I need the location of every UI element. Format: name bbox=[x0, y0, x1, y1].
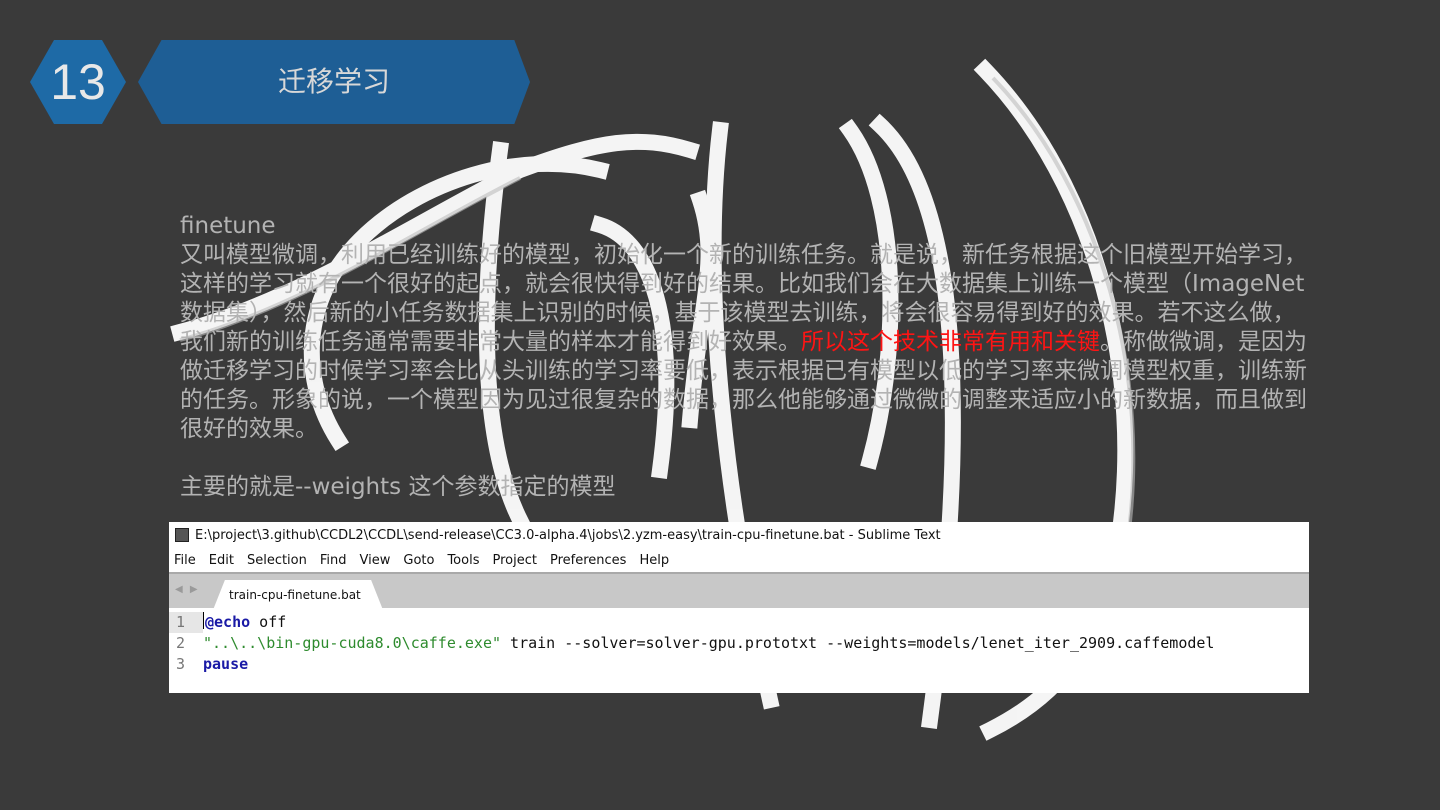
menu-file[interactable]: File bbox=[174, 553, 196, 568]
tab-train-cpu-finetune[interactable]: train-cpu-finetune.bat × bbox=[213, 580, 383, 610]
window-title: E:\project\3.github\CCDL2\CCDL\send-rele… bbox=[195, 527, 941, 543]
code-string: "..\..\bin-gpu-cuda8.0\caffe.exe" bbox=[203, 634, 502, 652]
code-text: train --solver=solver-gpu.prototxt --wei… bbox=[501, 634, 1215, 652]
line-number: 1 bbox=[169, 612, 203, 633]
text-caret bbox=[203, 612, 204, 629]
sublime-app-icon bbox=[175, 528, 189, 542]
code-line: 3 pause bbox=[169, 654, 1309, 675]
window-titlebar[interactable]: E:\project\3.github\CCDL2\CCDL\send-rele… bbox=[169, 522, 1309, 548]
tab-nav-arrows-icon[interactable]: ◀ ▶ bbox=[175, 584, 200, 595]
tab-label: train-cpu-finetune.bat bbox=[229, 588, 361, 602]
tab-bar: ◀ ▶ train-cpu-finetune.bat × bbox=[169, 572, 1309, 610]
code-area[interactable]: 1 @echo off 2 "..\..\bin-gpu-cuda8.0\caf… bbox=[169, 608, 1309, 675]
line-number: 3 bbox=[175, 655, 185, 673]
slide-body-text: finetune 又叫模型微调，利用已经训练好的模型，初始化一个新的训练任务。就… bbox=[180, 212, 1310, 502]
content-paragraph: 又叫模型微调，利用已经训练好的模型，初始化一个新的训练任务。就是说，新任务根据这… bbox=[180, 241, 1310, 444]
menu-goto[interactable]: Goto bbox=[403, 553, 434, 568]
content-note: 主要的就是--weights 这个参数指定的模型 bbox=[180, 474, 616, 500]
menu-view[interactable]: View bbox=[360, 553, 391, 568]
line-number: 2 bbox=[175, 634, 185, 652]
menu-edit[interactable]: Edit bbox=[209, 553, 234, 568]
menu-selection[interactable]: Selection bbox=[247, 553, 307, 568]
menu-find[interactable]: Find bbox=[320, 553, 347, 568]
menu-preferences[interactable]: Preferences bbox=[550, 553, 626, 568]
menu-tools[interactable]: Tools bbox=[447, 553, 479, 568]
sublime-text-window: E:\project\3.github\CCDL2\CCDL\send-rele… bbox=[169, 522, 1309, 693]
code-keyword: @echo bbox=[205, 613, 251, 631]
content-heading: finetune bbox=[180, 213, 276, 239]
slide-title: 迁移学习 bbox=[138, 40, 530, 124]
code-keyword: pause bbox=[203, 655, 249, 673]
code-line: 2 "..\..\bin-gpu-cuda8.0\caffe.exe" trai… bbox=[169, 633, 1309, 654]
menu-help[interactable]: Help bbox=[639, 553, 669, 568]
code-line: 1 @echo off bbox=[169, 612, 1309, 633]
highlight-red-text: 所以这个技术非常有用和关键 bbox=[801, 329, 1100, 355]
code-text: off bbox=[250, 613, 287, 631]
menu-project[interactable]: Project bbox=[492, 553, 536, 568]
menu-bar: File Edit Selection Find View Goto Tools… bbox=[169, 548, 1309, 572]
